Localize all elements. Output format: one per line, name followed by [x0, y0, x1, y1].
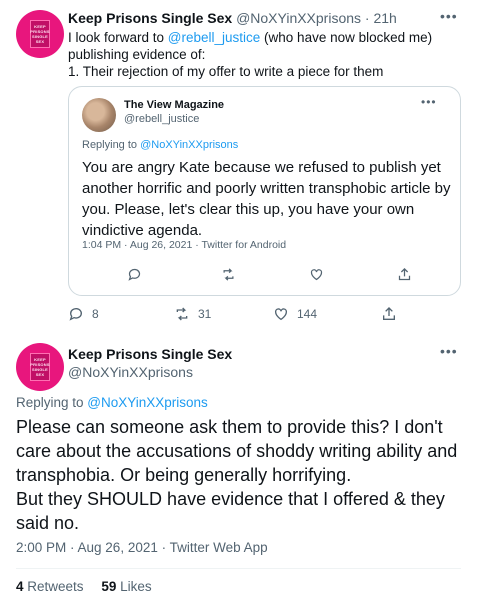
share-icon	[381, 306, 397, 322]
tweet-text: Please can someone ask them to provide t…	[16, 415, 466, 535]
replying-to: Replying to @NoXYinXXprisons	[16, 395, 208, 410]
replying-to-link[interactable]: @NoXYinXXprisons	[87, 395, 208, 410]
more-icon[interactable]: •••	[421, 95, 437, 109]
tweet-stats: 4 Retweets 59 Likes	[16, 579, 166, 594]
more-icon[interactable]: •••	[440, 8, 458, 24]
avatar-logo-text: SEX	[35, 39, 45, 44]
retweets-stat[interactable]: 4 Retweets	[16, 579, 84, 594]
separator: ·	[364, 10, 370, 26]
tweet-text-part: Please can someone ask them to provide t…	[16, 417, 458, 485]
avatar-logo: KEEP PRISONS SINGLE SEX	[30, 353, 50, 381]
tweet-text: I look forward to @rebell_justice (who h…	[68, 29, 448, 80]
likes-stat[interactable]: 59 Likes	[101, 579, 151, 594]
profile-avatar[interactable]: KEEP PRISONS SINGLE SEX	[16, 10, 64, 58]
tweet-timestamp[interactable]: 2:00 PM · Aug 26, 2021 · Twitter Web App	[16, 540, 268, 555]
more-icon[interactable]: •••	[440, 343, 458, 359]
like-button[interactable]: 144	[273, 306, 317, 322]
heart-icon[interactable]	[309, 267, 324, 282]
tweet-header: Keep Prisons Single Sex @NoXYinXXprisons…	[68, 10, 397, 26]
author-handle[interactable]: @NoXYinXXprisons	[236, 10, 361, 26]
retweet-count: 31	[198, 307, 212, 321]
reply-icon[interactable]	[127, 267, 142, 282]
quoted-timestamp[interactable]: 1:04 PM · Aug 26, 2021 · Twitter for And…	[82, 239, 286, 251]
tweet-text-part: 1. Their rejection of my offer to write …	[68, 64, 384, 79]
quoted-author-handle[interactable]: @rebell_justice	[124, 113, 199, 125]
replying-to-label: Replying to	[82, 139, 141, 151]
reply-button[interactable]: 8	[68, 306, 99, 322]
like-count: 144	[297, 307, 318, 321]
avatar-logo: KEEP PRISONS SINGLE SEX	[30, 20, 50, 48]
quoted-tweet[interactable]: The View Magazine @rebell_justice ••• Re…	[68, 86, 461, 296]
quoted-avatar[interactable]	[82, 98, 116, 132]
retweets-label: Retweets	[27, 579, 84, 594]
author-name[interactable]: Keep Prisons Single Sex	[68, 10, 232, 26]
author-name[interactable]: Keep Prisons Single Sex	[68, 346, 232, 362]
retweet-button[interactable]: 31	[174, 306, 211, 322]
replying-to-link[interactable]: @NoXYinXXprisons	[140, 139, 238, 151]
heart-icon	[273, 306, 289, 322]
likes-count: 59	[101, 579, 117, 594]
retweet-icon[interactable]	[221, 267, 236, 282]
retweets-count: 4	[16, 579, 24, 594]
reply-count: 8	[92, 307, 99, 321]
profile-avatar[interactable]: KEEP PRISONS SINGLE SEX	[16, 343, 64, 391]
quoted-author-name[interactable]: The View Magazine	[124, 99, 224, 111]
avatar-logo-text: SEX	[35, 372, 45, 377]
tweet-text-part: I look forward to	[68, 30, 168, 45]
mention-link[interactable]: @rebell_justice	[168, 30, 261, 45]
share-icon[interactable]	[397, 267, 412, 282]
author-handle[interactable]: @NoXYinXXprisons	[68, 364, 193, 380]
quoted-tweet-text: You are angry Kate because we refused to…	[82, 159, 451, 239]
tweet-time[interactable]: 21h	[373, 10, 396, 26]
tweet-text-part: But they SHOULD have evidence that I off…	[16, 489, 445, 533]
divider	[16, 568, 461, 569]
replying-to: Replying to @NoXYinXXprisons	[82, 139, 238, 151]
reply-icon	[68, 306, 84, 322]
likes-label: Likes	[120, 579, 152, 594]
share-button[interactable]	[381, 306, 397, 322]
retweet-icon	[174, 306, 190, 322]
replying-to-label: Replying to	[16, 395, 88, 410]
